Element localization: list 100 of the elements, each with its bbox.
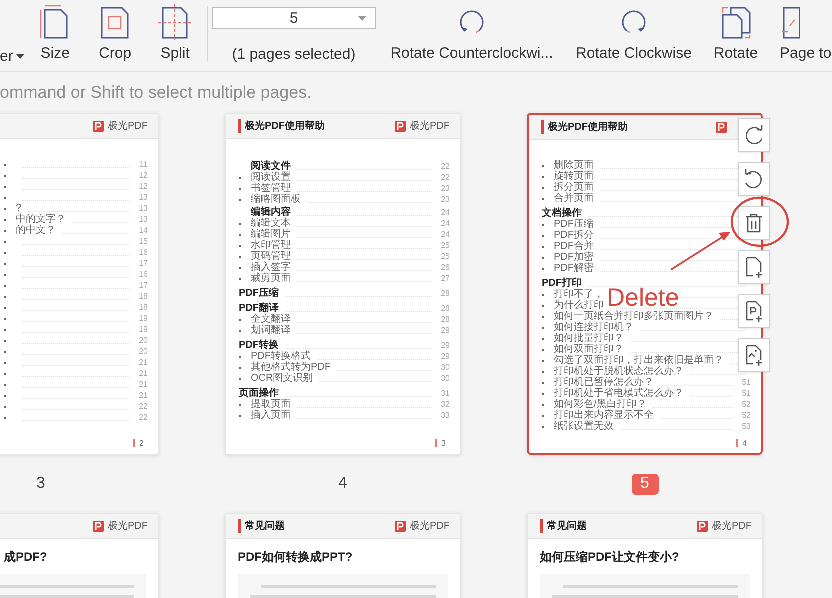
contents-entry: ? bbox=[16, 203, 22, 214]
page-number: 12 bbox=[138, 181, 148, 192]
logo-icon bbox=[716, 122, 727, 132]
split-icon bbox=[158, 4, 192, 40]
page-thumbnail[interactable]: 极光PDF 11 12 12 13 ? 13 中的文字？ 13 的中文？ 14 15 16 17 16 17 18 18 19 19 20 20 21 21 21 21 22 22 2 bbox=[0, 113, 159, 455]
page-number: 53 bbox=[741, 421, 751, 432]
page-number: 52 bbox=[741, 410, 751, 421]
page-thumbnail[interactable]: 常见问题 极光PDF 如何压缩PDF让文件变小? bbox=[527, 513, 763, 598]
logo-text: 极光PDF bbox=[712, 520, 752, 533]
contents-entry: 编辑内容 bbox=[250, 207, 291, 218]
view-menu[interactable]: er bbox=[0, 0, 26, 71]
caret-icon bbox=[358, 16, 367, 22]
page-number: 25 bbox=[440, 251, 450, 262]
contents-entry: 勾选了双面打印，打出来依旧是单面？ bbox=[554, 355, 724, 366]
contents-entry: 如何批量打印？ bbox=[554, 333, 624, 344]
contents-entry: 打印机已暂停怎么办？ bbox=[554, 377, 654, 388]
contents-entry: 拆分页面 bbox=[554, 182, 594, 193]
page-thumbnail[interactable]: 极光PDF 成PDF? bbox=[0, 513, 159, 598]
contents-entry: 阅读文件 bbox=[250, 161, 291, 172]
counterclockwise-page-button[interactable] bbox=[738, 162, 770, 196]
contents-entry: 页面操作 bbox=[239, 388, 279, 399]
contents-entry: 编辑文本 bbox=[251, 218, 291, 229]
size-button[interactable]: Size bbox=[25, 0, 86, 71]
page-number: 24 bbox=[440, 218, 450, 229]
logo-text: 极光PDF bbox=[410, 520, 450, 533]
blank-page-button[interactable] bbox=[738, 250, 770, 284]
page-number: 29 bbox=[440, 340, 450, 351]
selection-count: (1 pages selected) bbox=[232, 46, 356, 63]
page-number: 52 bbox=[741, 399, 751, 410]
contents-entry: 中的文字？ bbox=[16, 214, 66, 225]
page-number: 28 bbox=[440, 303, 450, 314]
delete-page-button[interactable] bbox=[738, 206, 770, 240]
contents-entry: 删除页面 bbox=[554, 160, 594, 171]
pdf-page-button[interactable] bbox=[738, 294, 770, 328]
page-header-title: 常见问题 bbox=[238, 519, 285, 533]
contents-entry: PDF加密 bbox=[554, 252, 594, 263]
page-number: 30 bbox=[440, 362, 450, 373]
page-number: 30 bbox=[440, 373, 450, 384]
logo-icon bbox=[697, 520, 708, 532]
rotate-counterclockwise-icon bbox=[743, 168, 765, 190]
page-number: 26 bbox=[440, 262, 450, 273]
contents-entry: 打印机处于省电模式怎么办？ bbox=[554, 388, 684, 399]
page-number: 19 bbox=[138, 324, 148, 335]
contents-entry: 打印不了， bbox=[554, 289, 604, 300]
page-number: 21 bbox=[138, 379, 148, 390]
highlight-circle bbox=[730, 196, 790, 248]
contents-entry: PDF转换 bbox=[239, 340, 279, 351]
pageto-button[interactable]: Page to bbox=[770, 0, 832, 71]
clockwise-page-button[interactable] bbox=[738, 118, 770, 152]
contents-entry: 编辑图片 bbox=[251, 229, 291, 240]
contents-entry: PDF压缩 bbox=[239, 288, 279, 299]
page-footer-number: 2 bbox=[140, 438, 144, 448]
page-number: 13 bbox=[138, 203, 148, 214]
page-dropdown[interactable]: 5 bbox=[212, 7, 376, 29]
contents-entry: 页码管理 bbox=[251, 251, 291, 262]
annotation-label: Delete bbox=[607, 287, 680, 309]
clockwise-button[interactable]: Rotate Clockwise bbox=[566, 0, 702, 71]
logo-icon bbox=[395, 120, 406, 132]
contents-entry: 全文翻译 bbox=[251, 314, 291, 325]
contents-entry: 裁剪页面 bbox=[251, 273, 291, 284]
page-number: 16 bbox=[138, 269, 148, 280]
contents-entry: 其他格式转为PDF bbox=[251, 362, 331, 373]
page-number: 21 bbox=[138, 368, 148, 379]
page-thumbnail[interactable] bbox=[527, 113, 763, 455]
logo-text: 极光PDF bbox=[108, 120, 148, 133]
contents-entry: 打印机处于脱机状态怎么办？ bbox=[554, 366, 684, 377]
page-number: 13 bbox=[138, 214, 148, 225]
page-footer-number: 4 bbox=[742, 438, 747, 448]
crop-button[interactable]: Crop bbox=[85, 0, 146, 71]
page-number: 51 bbox=[741, 377, 751, 388]
page-number: 22 bbox=[440, 161, 450, 172]
contents-entry: 合并页面 bbox=[554, 193, 594, 204]
split-button[interactable]: Split bbox=[145, 0, 206, 71]
page-number: 21 bbox=[138, 357, 148, 368]
page-label: 4 bbox=[338, 475, 348, 493]
page-number: 22 bbox=[138, 412, 148, 423]
logo-icon bbox=[395, 520, 406, 532]
image-page-button[interactable] bbox=[738, 338, 770, 372]
page-number: 12 bbox=[138, 170, 148, 181]
contents-entry: 的中文？ bbox=[16, 225, 56, 236]
page-number: 23 bbox=[440, 183, 450, 194]
arrow bbox=[669, 230, 733, 272]
trash-icon bbox=[743, 212, 765, 234]
page-number: 17 bbox=[138, 258, 148, 269]
page-number: 28 bbox=[440, 288, 450, 299]
contents-entry: 如何双面打印？ bbox=[554, 344, 624, 355]
contents-entry: PDF拆分 bbox=[554, 230, 594, 241]
contents-entry: 水印管理 bbox=[251, 240, 291, 251]
contents-entry: 划词翻译 bbox=[251, 325, 291, 336]
page-thumbnail[interactable]: 常见问题 极光PDF PDF如何转换成PPT? bbox=[225, 513, 461, 598]
logo-text: 极光PDF bbox=[410, 120, 450, 133]
page-number: 27 bbox=[440, 273, 450, 284]
page-number: 32 bbox=[440, 399, 450, 410]
contents-entry: PDF解密 bbox=[554, 263, 594, 274]
counterclockwise-button[interactable]: Rotate Counterclockwi... bbox=[378, 0, 566, 71]
page-number: 16 bbox=[138, 247, 148, 258]
rotate-button[interactable]: Rotate bbox=[702, 0, 770, 71]
contents-entry: 文档操作 bbox=[542, 208, 582, 219]
page-number: 20 bbox=[138, 346, 148, 357]
page-number-badge: 5 bbox=[632, 474, 658, 494]
